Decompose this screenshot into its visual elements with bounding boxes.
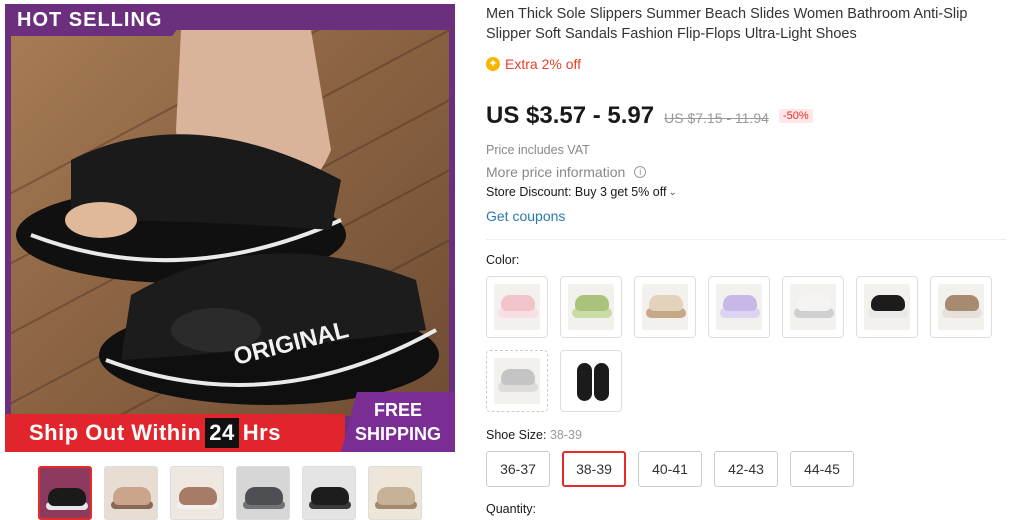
thumb-4[interactable] <box>236 466 290 520</box>
extra-discount: ✦ Extra 2% off <box>486 56 581 72</box>
product-title: Men Thick Sole Slippers Summer Beach Sli… <box>486 6 968 42</box>
size-selected-value: 38-39 <box>549 428 582 442</box>
ship-hours: 24 <box>205 418 239 448</box>
free-shipping-banner: FREE SHIPPING <box>341 392 455 452</box>
coin-icon: ✦ <box>486 57 500 71</box>
thumbnail-slipper <box>48 488 86 506</box>
get-coupons-link[interactable]: Get coupons <box>486 208 565 224</box>
color-label: Color: <box>486 253 520 267</box>
color-swatches <box>486 276 1006 412</box>
price-row: US $3.57 - 5.97 US $7.15 - 11.94 -50% <box>486 102 813 130</box>
thumb-2[interactable] <box>104 466 158 520</box>
swatch-strap <box>871 295 905 311</box>
ship-out-banner: Ship Out Within 24 Hrs <box>5 414 345 452</box>
vat-note: Price includes VAT <box>486 143 590 157</box>
swatch-slipper <box>577 363 592 401</box>
color-swatch-white[interactable] <box>782 276 844 338</box>
info-icon[interactable]: i <box>634 166 647 178</box>
thumbnail-slipper <box>245 487 283 505</box>
color-swatch-brown[interactable] <box>930 276 992 338</box>
size-label: Shoe Size: 38-39 <box>486 428 582 442</box>
thumbnail-strip <box>38 466 422 520</box>
discount-badge: -50% <box>778 109 813 123</box>
color-swatch-black-pair[interactable] <box>560 350 622 412</box>
swatch-strap <box>575 295 609 311</box>
size-option[interactable]: 38-39 <box>562 451 626 487</box>
free-line-1: FREE <box>373 400 422 420</box>
free-line-2: SHIPPING <box>354 424 442 444</box>
size-option[interactable]: 42-43 <box>714 451 778 487</box>
original-price: US $7.15 - 11.94 <box>664 110 769 126</box>
extra-discount-text: Extra 2% off <box>505 56 582 72</box>
color-swatch-purple[interactable] <box>708 276 770 338</box>
color-swatch-green[interactable] <box>560 276 622 338</box>
color-swatch-beige[interactable] <box>634 276 696 338</box>
quantity-label: Quantity: <box>486 502 537 516</box>
thumb-6[interactable] <box>368 466 422 520</box>
store-discount[interactable]: Store Discount: Buy 3 get 5% off ⌄ <box>486 185 677 199</box>
size-options: 36-37 38-39 40-41 42-43 44-45 <box>486 451 854 487</box>
more-price-info-text: More price information <box>486 164 626 180</box>
ship-text-b: Hrs <box>242 420 281 445</box>
color-swatch-black[interactable] <box>856 276 918 338</box>
color-swatch-gray[interactable] <box>486 350 548 412</box>
swatch-strap <box>501 369 535 385</box>
ship-text-a: Ship Out Within <box>29 420 202 445</box>
swatch-strap <box>945 295 979 311</box>
thumb-1[interactable] <box>38 466 92 520</box>
thumb-5[interactable] <box>302 466 356 520</box>
swatch-strap <box>501 295 535 311</box>
size-option[interactable]: 36-37 <box>486 451 550 487</box>
swatch-strap <box>649 295 683 311</box>
chevron-down-icon: ⌄ <box>668 186 677 198</box>
thumbnail-slipper <box>113 487 151 505</box>
color-swatch-pink[interactable] <box>486 276 548 338</box>
product-photo: ORIGINAL <box>11 30 449 416</box>
hot-selling-badge: HOT SELLING <box>5 4 195 36</box>
swatch-strap <box>797 295 831 311</box>
store-discount-text: Store Discount: Buy 3 get 5% off <box>486 185 667 199</box>
thumb-3[interactable] <box>170 466 224 520</box>
main-product-image[interactable]: HOT SELLING ORIGINAL Ship Out Within 24 Hr… <box>5 4 455 452</box>
thumbnail-slipper <box>377 487 415 505</box>
more-price-info[interactable]: More price information i <box>486 164 647 180</box>
swatch-slipper <box>594 363 609 401</box>
divider <box>486 239 1006 240</box>
slipper-illustration: ORIGINAL <box>16 30 439 405</box>
thumbnail-slipper <box>179 487 217 505</box>
size-label-text: Shoe Size: <box>486 428 547 442</box>
swatch-strap <box>723 295 757 311</box>
size-option[interactable]: 44-45 <box>790 451 854 487</box>
current-price: US $3.57 - 5.97 <box>486 102 655 129</box>
thumbnail-slipper <box>311 487 349 505</box>
size-option[interactable]: 40-41 <box>638 451 702 487</box>
